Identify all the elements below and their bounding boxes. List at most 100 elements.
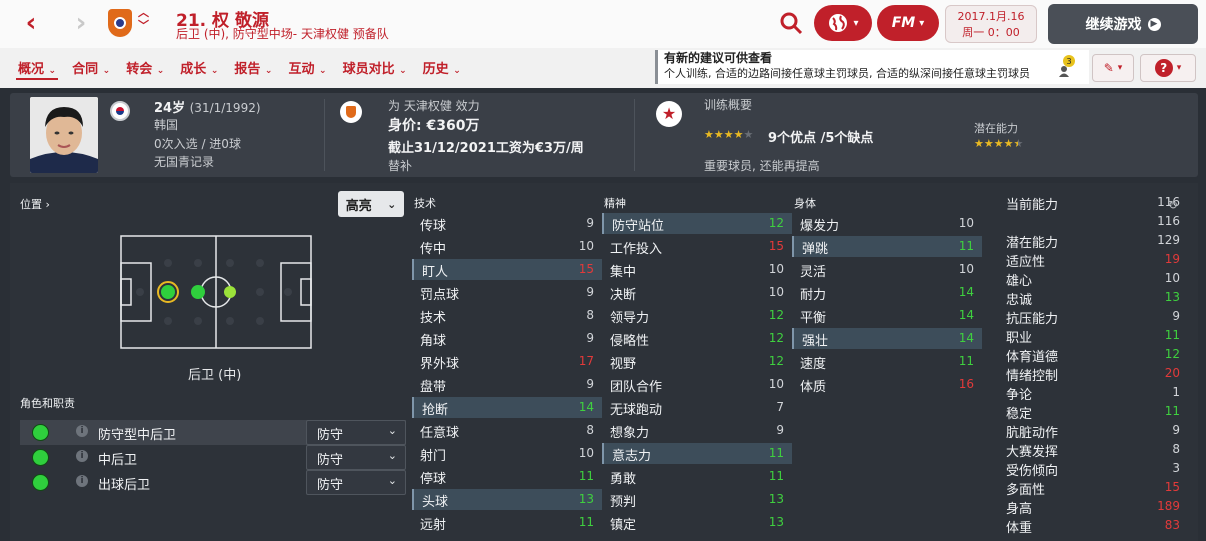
- attribute-row[interactable]: 角球 9: [412, 328, 602, 349]
- roles-title: 角色和职责: [20, 397, 75, 410]
- hidden-attribute-row[interactable]: 情绪控制 20: [1006, 364, 1180, 384]
- attribute-row[interactable]: 停球 11: [412, 466, 602, 487]
- player-subtitle[interactable]: 后卫 (中), 防守型中场- 天津权健 预备队: [176, 25, 389, 42]
- hidden-attribute-row[interactable]: 争论 1: [1006, 383, 1180, 403]
- hidden-attribute-row[interactable]: 职业 11: [1006, 326, 1180, 346]
- back-arrow-icon[interactable]: ‹: [16, 8, 46, 38]
- attribute-row[interactable]: 领导力 12: [602, 305, 792, 326]
- club-badge-icon[interactable]: [108, 9, 132, 37]
- attribute-row[interactable]: 无球跑动 7: [602, 397, 792, 418]
- tab-compare[interactable]: 球员对比 ⌄: [335, 58, 415, 80]
- attribute-row[interactable]: 勇敢 11: [602, 466, 792, 487]
- attribute-row[interactable]: 决断 10: [602, 282, 792, 303]
- hidden-attribute-row[interactable]: 雄心 10: [1006, 269, 1180, 289]
- hidden-attribute-row[interactable]: 肮脏动作 9: [1006, 421, 1180, 441]
- position-dot-dm[interactable]: [191, 285, 205, 299]
- attribute-row[interactable]: 盯人 15: [412, 259, 602, 280]
- edit-menu-button[interactable]: ✎ ▾: [1092, 54, 1134, 82]
- role-row[interactable]: i 出球后卫 防守 ⌄: [20, 470, 406, 495]
- hidden-attribute-row[interactable]: 身高 189: [1006, 497, 1180, 517]
- training-title[interactable]: 训练概要: [704, 96, 752, 113]
- attribute-value: 15: [1164, 480, 1180, 494]
- duty-select[interactable]: 防守 ⌄: [306, 420, 406, 445]
- tab-interaction[interactable]: 互动 ⌄: [280, 58, 334, 80]
- attribute-row[interactable]: 传球 9: [412, 213, 602, 234]
- attribute-row[interactable]: 防守站位 12: [602, 213, 792, 234]
- role-row[interactable]: i 中后卫 防守 ⌄: [20, 445, 406, 470]
- forward-arrow-icon[interactable]: ›: [66, 8, 96, 38]
- game-date[interactable]: 2017.1月.16 周一 0：00: [945, 5, 1037, 43]
- tab-overview[interactable]: 概况 ⌄: [10, 58, 64, 80]
- hidden-attribute-row[interactable]: 适应性 19: [1006, 250, 1180, 270]
- hidden-attribute-row[interactable]: 多面性 15: [1006, 478, 1180, 498]
- attribute-name: 弹跳: [802, 242, 829, 257]
- tab-development[interactable]: 成长 ⌄: [172, 58, 226, 80]
- hidden-attribute-row[interactable]: 潜在能力 129: [1006, 231, 1180, 251]
- attribute-row[interactable]: 速度 11: [792, 351, 982, 372]
- attribute-row[interactable]: 远射 11: [412, 512, 602, 533]
- duty-select[interactable]: 防守 ⌄: [306, 445, 406, 470]
- info-icon[interactable]: i: [76, 425, 88, 437]
- attribute-row[interactable]: 爆发力 10: [792, 213, 982, 234]
- hidden-attribute-row[interactable]: 116: [1006, 212, 1180, 231]
- attribute-row[interactable]: 抢断 14: [412, 397, 602, 418]
- attribute-name: 平衡: [800, 311, 827, 326]
- tab-contract[interactable]: 合同 ⌄: [64, 58, 118, 80]
- attribute-row[interactable]: 灵活 10: [792, 259, 982, 280]
- attribute-row[interactable]: 团队合作 10: [602, 374, 792, 395]
- suggestion-notice[interactable]: 有新的建议可供查看 个人训练, 合适的边路间接任意球主罚球员, 合适的纵深间接任…: [655, 50, 1089, 84]
- fm-menu-button[interactable]: FM ▾: [877, 5, 939, 41]
- attribute-row[interactable]: 耐力 14: [792, 282, 982, 303]
- hidden-attribute-row[interactable]: 大赛发挥 8: [1006, 440, 1180, 460]
- help-menu-button[interactable]: ? ▾: [1140, 54, 1196, 82]
- hidden-attribute-row[interactable]: 当前能力 116: [1006, 193, 1180, 213]
- hidden-attribute-row[interactable]: 体育道德 12: [1006, 345, 1180, 365]
- attribute-row[interactable]: 预判 13: [602, 489, 792, 510]
- hidden-attribute-row[interactable]: 抗压能力 9: [1006, 307, 1180, 327]
- attribute-row[interactable]: 射门 10: [412, 443, 602, 464]
- tab-transfer[interactable]: 转会 ⌄: [118, 58, 172, 80]
- attribute-row[interactable]: 盘带 9: [412, 374, 602, 395]
- attribute-row[interactable]: 平衡 14: [792, 305, 982, 326]
- continue-game-button[interactable]: 继续游戏 ▶: [1048, 4, 1198, 44]
- attribute-row[interactable]: 罚点球 9: [412, 282, 602, 303]
- tab-reports[interactable]: 报告 ⌄: [226, 58, 280, 80]
- attribute-row[interactable]: 集中 10: [602, 259, 792, 280]
- attribute-row[interactable]: 技术 8: [412, 305, 602, 326]
- world-menu-button[interactable]: ▾: [814, 5, 872, 41]
- role-row[interactable]: i 防守型中后卫 防守 ⌄: [20, 420, 406, 445]
- search-icon[interactable]: [778, 10, 804, 36]
- hidden-attribute-row[interactable]: 稳定 11: [1006, 402, 1180, 422]
- attribute-row[interactable]: 体质 16: [792, 374, 982, 395]
- attribute-row[interactable]: 弹跳 11: [792, 236, 982, 257]
- highlight-select[interactable]: 高亮 ⌄: [338, 191, 404, 217]
- attribute-row[interactable]: 意志力 11: [602, 443, 792, 464]
- hidden-attribute-row[interactable]: 受伤倾向 3: [1006, 459, 1180, 479]
- attribute-name: 视野: [610, 357, 637, 372]
- club-line[interactable]: 为 天津权健 效力: [388, 97, 480, 114]
- position-dot-dc[interactable]: [161, 285, 175, 299]
- attribute-value: 11: [958, 239, 974, 253]
- duty-select[interactable]: 防守 ⌄: [306, 470, 406, 495]
- player-switch-icon[interactable]: ︿ ﹀: [138, 6, 149, 32]
- info-icon[interactable]: i: [76, 475, 88, 487]
- position-dot-mc[interactable]: [224, 286, 236, 298]
- attribute-row[interactable]: 强壮 14: [792, 328, 982, 349]
- attribute-row[interactable]: 侵略性 12: [602, 328, 792, 349]
- attribute-row[interactable]: 工作投入 15: [602, 236, 792, 257]
- hidden-attribute-row[interactable]: 忠诚 13: [1006, 288, 1180, 308]
- attribute-row[interactable]: 头球 13: [412, 489, 602, 510]
- attribute-row[interactable]: 视野 12: [602, 351, 792, 372]
- attribute-row[interactable]: 想象力 9: [602, 420, 792, 441]
- attribute-value: 11: [768, 446, 784, 460]
- hidden-attribute-row[interactable]: 体重 83: [1006, 516, 1180, 536]
- tab-history[interactable]: 历史 ⌄: [415, 58, 469, 80]
- info-icon[interactable]: i: [76, 450, 88, 462]
- attribute-row[interactable]: 镇定 13: [602, 512, 792, 533]
- refresh-icon[interactable]: ↻: [1168, 198, 1178, 212]
- attribute-row[interactable]: 界外球 17: [412, 351, 602, 372]
- position-title[interactable]: 位置 ›: [20, 196, 50, 212]
- attribute-row[interactable]: 任意球 8: [412, 420, 602, 441]
- attribute-row[interactable]: 传中 10: [412, 236, 602, 257]
- attribute-name: 灵活: [800, 265, 827, 280]
